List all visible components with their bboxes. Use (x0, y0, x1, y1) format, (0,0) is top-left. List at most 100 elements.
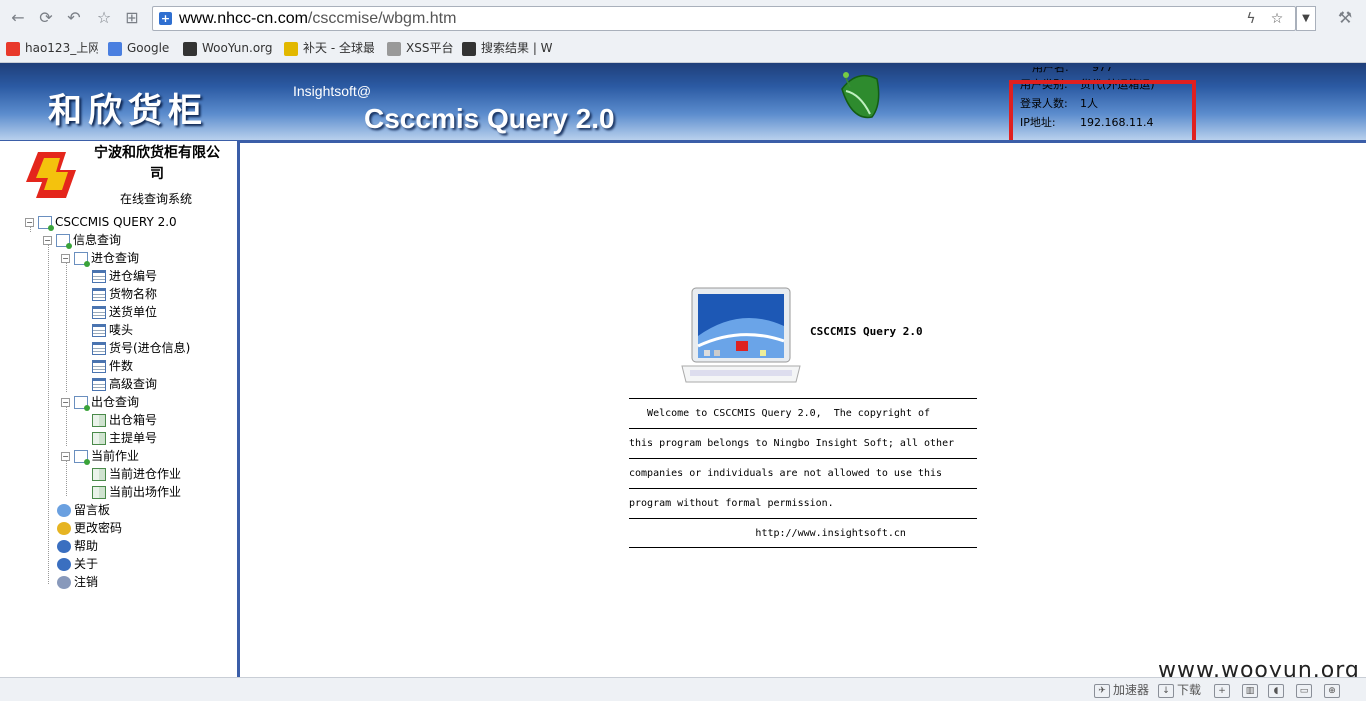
bookmark-item[interactable]: 搜索结果 | W (462, 39, 554, 57)
tree-label: 件数 (109, 359, 134, 373)
tree-out-query[interactable]: − 出仓查询 (61, 393, 139, 411)
bookmark-item[interactable]: hao123_上网 (6, 39, 98, 57)
list-icon (92, 360, 106, 373)
screen-icon: ▭ (1296, 683, 1312, 698)
system-name: 在线查询系统 (120, 192, 193, 206)
back-icon[interactable]: ← (8, 8, 28, 28)
folder-add-icon (74, 252, 90, 267)
tree-in-item[interactable]: 进仓编号 (92, 267, 157, 285)
tree-current-item[interactable]: 当前进仓作业 (92, 465, 181, 483)
lightning-icon[interactable]: ϟ (1241, 9, 1261, 29)
tree-in-item[interactable]: 唛头 (92, 321, 133, 339)
rocket-icon: ✈ (1094, 683, 1110, 698)
address-bar[interactable]: + www.nhcc-cn.com/csccmise/wbgm.htm ϟ ☆ (152, 6, 1296, 31)
tree-in-item[interactable]: 高级查询 (92, 375, 157, 393)
app-title: Csccmis Query 2.0 (364, 103, 615, 134)
table-icon (92, 486, 106, 499)
forward-icon[interactable]: ⟳ (36, 8, 56, 28)
tree-out-item[interactable]: 主提单号 (92, 429, 157, 447)
plus-icon: + (1214, 683, 1230, 698)
speaker-icon: ◖ (1268, 683, 1284, 698)
bookmark-label: WooYun.org (202, 41, 273, 55)
tree-tool-item[interactable]: 注销 (57, 573, 98, 591)
tree-tool-item[interactable]: 关于 (57, 555, 98, 573)
about-line: program without formal permission. (629, 488, 977, 518)
magnifier-icon: ⊕ (1324, 683, 1340, 698)
bookmark-item[interactable]: 补天 - 全球最 (284, 39, 374, 57)
browser-toolbar: ← ⟳ ↶ ☆ ⊞ + www.nhcc-cn.com/csccmise/wbg… (0, 0, 1366, 63)
tree-label: 当前进仓作业 (109, 467, 182, 481)
insight-brand: Insightsoft@ (293, 83, 372, 99)
apps-grid-icon[interactable]: ⊞ (122, 8, 142, 28)
tree-info-query[interactable]: − 信息查询 (43, 231, 121, 249)
add-tab-icon[interactable]: + (1214, 682, 1233, 698)
tree-in-item[interactable]: 送货单位 (92, 303, 157, 321)
tree-current-item[interactable]: 当前出场作业 (92, 483, 181, 501)
tree-tool-item[interactable]: 更改密码 (57, 519, 122, 537)
tree-current-ops[interactable]: − 当前作业 (61, 447, 139, 465)
wrench-menu-icon[interactable]: ⚒ (1332, 8, 1358, 28)
tree-in-query[interactable]: − 进仓查询 (61, 249, 139, 267)
company-logo-icon (26, 152, 76, 198)
tree-label: 货号(进仓信息) (109, 341, 191, 355)
about-table: Welcome to CSCCMIS Query 2.0, The copyri… (629, 398, 977, 548)
bookmark-label: Google (127, 41, 170, 55)
tree-label: CSCCMIS QUERY 2.0 (55, 215, 177, 229)
tree-in-item[interactable]: 货物名称 (92, 285, 157, 303)
highlight-box (1009, 80, 1196, 146)
wooyun-icon (462, 41, 476, 56)
bookmark-item[interactable]: Google (108, 39, 176, 57)
bookmark-item[interactable]: WooYun.org (183, 39, 273, 57)
download-button[interactable]: ↓ 下载 (1158, 682, 1201, 698)
tree-label: 出仓箱号 (109, 413, 158, 427)
tree-label: 主提单号 (109, 431, 158, 445)
bookmark-item[interactable]: XSS平台 (387, 39, 453, 57)
tree-label: 进仓编号 (109, 269, 158, 283)
bin-icon: ▥ (1242, 683, 1258, 698)
tree-in-item[interactable]: 件数 (92, 357, 133, 375)
google-icon (108, 41, 122, 56)
org-chart-icon (56, 234, 72, 249)
tree-label: 注销 (74, 575, 99, 589)
tree-out-item[interactable]: 出仓箱号 (92, 411, 157, 429)
bookmark-label: 搜索结果 | W (481, 41, 553, 55)
accelerator-label: 加速器 (1113, 683, 1150, 697)
tree-tool-item[interactable]: 帮助 (57, 537, 98, 555)
about-line: Welcome to CSCCMIS Query 2.0, The copyri… (629, 398, 977, 428)
tree-label: 出仓查询 (91, 395, 140, 409)
list-icon (92, 342, 106, 355)
tree-label: 唛头 (109, 323, 134, 337)
accelerator-button[interactable]: ✈ 加速器 (1094, 682, 1149, 698)
tree-label: 货物名称 (109, 287, 158, 301)
list-icon (92, 378, 106, 391)
butian-icon (284, 41, 298, 56)
tree-connector (66, 262, 67, 392)
trash-icon[interactable]: ▥ (1242, 682, 1261, 698)
list-icon (92, 270, 106, 283)
wooyun-icon (183, 41, 197, 56)
volume-icon[interactable]: ◖ (1268, 682, 1287, 698)
about-line: this program belongs to Ningbo Insight S… (629, 428, 977, 458)
laptop-illustration-icon (681, 287, 801, 383)
bookmark-label: XSS平台 (406, 41, 453, 55)
tree-label: 更改密码 (74, 521, 123, 535)
message-board-icon (57, 504, 71, 517)
tree-root[interactable]: − CSCCMIS QUERY 2.0 (25, 213, 177, 231)
tree-tool-item[interactable]: 留言板 (57, 501, 110, 519)
favorite-star-icon[interactable]: ☆ (94, 8, 114, 28)
undo-icon[interactable]: ↶ (64, 8, 84, 28)
window-icon[interactable]: ▭ (1296, 682, 1315, 698)
tree-label: 帮助 (74, 539, 99, 553)
leaf-logo-icon (841, 72, 880, 119)
address-dropdown-button[interactable]: ▼ (1296, 6, 1316, 31)
list-icon (92, 306, 106, 319)
image-list-icon (92, 414, 106, 427)
user-info-value: 977 (1092, 67, 1113, 74)
zoom-icon[interactable]: ⊕ (1324, 682, 1343, 698)
tree-label: 高级查询 (109, 377, 158, 391)
company-name: 宁波和欣货柜有限公司 (94, 145, 220, 182)
tree-label: 信息查询 (73, 233, 122, 247)
tree-connector (30, 226, 31, 232)
tree-in-item[interactable]: 货号(进仓信息) (92, 339, 190, 357)
bookmark-star-icon[interactable]: ☆ (1267, 9, 1287, 29)
